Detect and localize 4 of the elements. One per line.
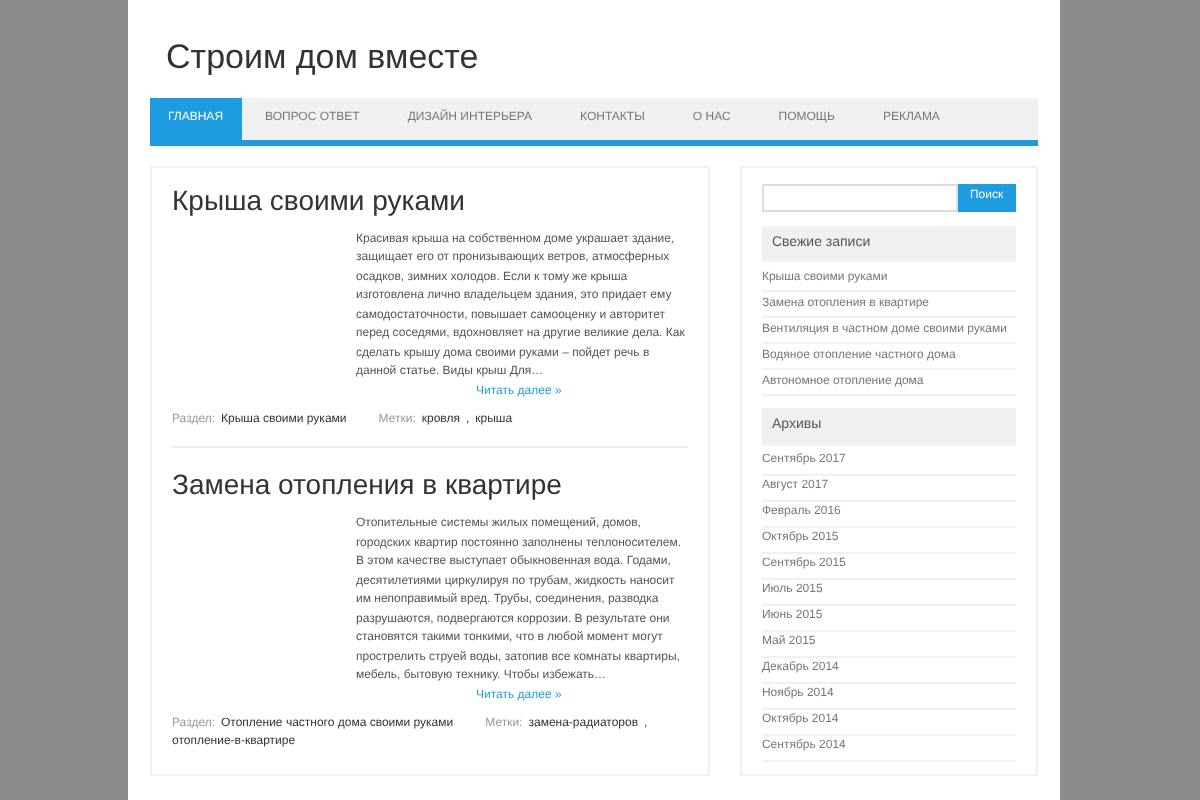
post-title[interactable]: Крыша своими руками [172, 179, 688, 221]
site-title[interactable]: Строим дом вместе [166, 32, 1038, 83]
post-title[interactable]: Замена отопления в квартире [172, 464, 688, 506]
search-field[interactable] [761, 183, 958, 211]
